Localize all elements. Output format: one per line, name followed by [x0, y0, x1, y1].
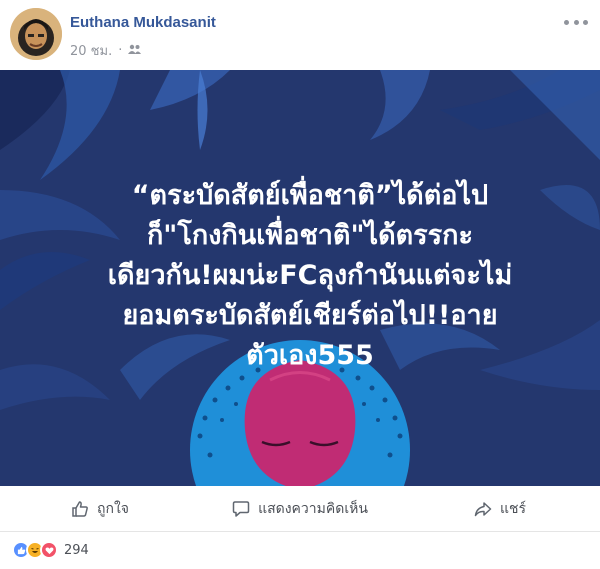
- comment-label: แสดงความคิดเห็น: [258, 500, 368, 517]
- author-name[interactable]: Euthana Mukdasanit: [70, 14, 216, 31]
- love-icon: [40, 541, 58, 559]
- post-text-line: เดียวกัน!ผมน่ะFCลุงกำนันแต่จะไม่: [107, 260, 513, 291]
- dot-icon: [564, 19, 569, 25]
- post-text-line: ก็"โกงกินเพื่อชาติ"ได้ตรรกะ: [146, 220, 474, 251]
- share-label: แชร์: [499, 500, 527, 517]
- dot-icon: [573, 19, 579, 25]
- post-header: Euthana Mukdasanit 20 ชม. ·: [0, 0, 600, 70]
- like-button[interactable]: ถูกใจ: [0, 486, 200, 531]
- post-meta: 20 ชม. ·: [70, 40, 142, 61]
- more-options-button[interactable]: [564, 14, 588, 30]
- share-icon: [474, 501, 492, 516]
- post-card: Euthana Mukdasanit 20 ชม. · “ตระบัดสัตย์…: [0, 0, 600, 569]
- meta-separator: ·: [118, 43, 123, 58]
- like-label: ถูกใจ: [97, 500, 129, 517]
- action-bar: ถูกใจ แสดงความคิดเห็น แชร์: [0, 486, 600, 532]
- comment-button[interactable]: แสดงความคิดเห็น: [200, 486, 400, 531]
- friends-icon[interactable]: [128, 43, 142, 58]
- post-time[interactable]: 20 ชม.: [70, 40, 112, 61]
- post-text-line: ยอมตระบัดสัตย์เชียร์ต่อไป!!อาย: [122, 300, 498, 331]
- reactions-summary[interactable]: 294: [12, 541, 89, 559]
- comment-icon: [232, 500, 250, 517]
- reaction-count[interactable]: 294: [64, 543, 89, 558]
- share-button[interactable]: แชร์: [400, 486, 600, 531]
- avatar[interactable]: [10, 8, 62, 60]
- post-image[interactable]: “ตระบัดสัตย์เพื่อชาติ”ได้ต่อไป ก็"โกงกิน…: [0, 70, 600, 486]
- dot-icon: [583, 19, 588, 25]
- post-text-line: ตัวเอง555: [246, 340, 374, 371]
- thumbs-up-icon: [72, 500, 88, 517]
- post-text: “ตระบัดสัตย์เพื่อชาติ”ได้ต่อไป ก็"โกงกิน…: [40, 176, 580, 376]
- post-text-line: “ตระบัดสัตย์เพื่อชาติ”ได้ต่อไป: [131, 180, 489, 211]
- avatar-image: [10, 8, 62, 60]
